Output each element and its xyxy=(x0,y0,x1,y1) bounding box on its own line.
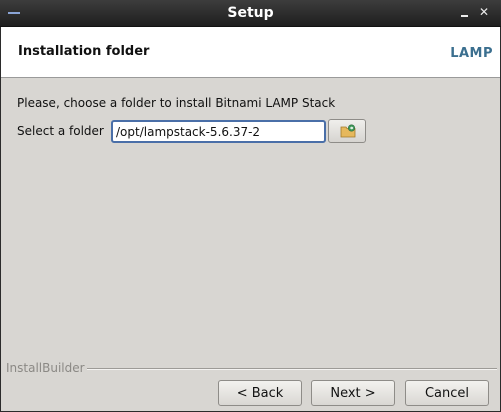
page-header: Installation folder LAMP xyxy=(1,27,500,78)
close-icon: ✕ xyxy=(478,5,490,19)
installbuilder-brand: InstallBuilder xyxy=(6,361,85,375)
instruction-text: Please, choose a folder to install Bitna… xyxy=(17,96,336,110)
footer-divider xyxy=(87,368,497,370)
folder-label: Select a folder xyxy=(17,124,104,138)
title-bar: Setup ✕ xyxy=(0,0,501,27)
minimize-icon xyxy=(461,15,468,17)
minimize-button[interactable] xyxy=(457,4,473,20)
window-title: Setup xyxy=(227,5,274,21)
folder-browse-icon xyxy=(340,124,356,138)
page-title: Installation folder xyxy=(18,44,150,59)
product-logo: LAMP xyxy=(450,46,493,61)
folder-path-input[interactable] xyxy=(111,120,326,143)
close-button[interactable]: ✕ xyxy=(476,4,492,20)
main-panel: Please, choose a folder to install Bitna… xyxy=(1,78,500,411)
back-button[interactable]: < Back xyxy=(218,380,302,406)
cancel-button[interactable]: Cancel xyxy=(405,380,489,406)
next-button[interactable]: Next > xyxy=(311,380,395,406)
browse-folder-button[interactable] xyxy=(328,119,366,143)
